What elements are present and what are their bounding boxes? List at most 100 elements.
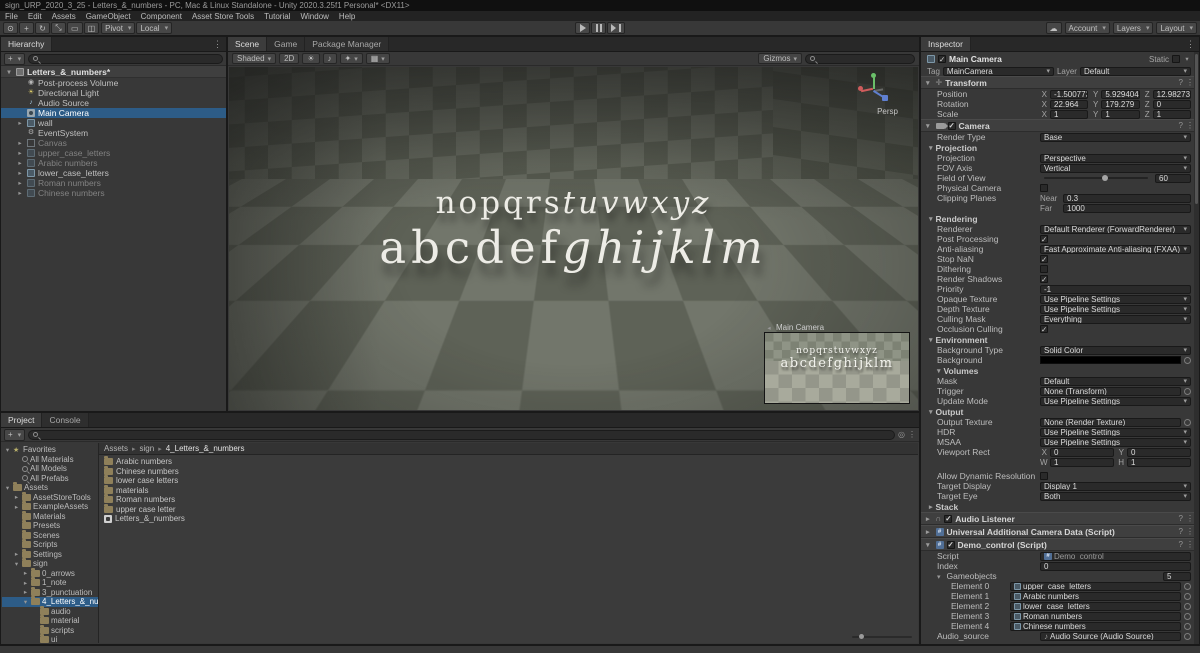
menu-item[interactable]: Tutorial <box>259 11 295 21</box>
fov-slider-knob[interactable] <box>1102 175 1109 181</box>
volume-mask-dropdown[interactable]: Default <box>1040 376 1191 386</box>
y-field[interactable]: 5.929404 <box>1101 89 1140 99</box>
hand-tool-button[interactable]: ⊙ <box>3 22 18 34</box>
eyedropper-icon[interactable] <box>1184 356 1191 364</box>
draw-mode-dropdown[interactable]: Shaded <box>232 53 277 64</box>
viewport-h-field[interactable]: 1 <box>1127 457 1191 467</box>
project-tree-item[interactable]: ▸ Settings <box>2 548 98 560</box>
static-dropdown-icon[interactable]: ▾ <box>1183 55 1191 63</box>
foldout-arrow-icon[interactable]: ▸ <box>22 569 29 577</box>
tab-inspector[interactable]: Inspector <box>921 37 971 51</box>
dynamic-resolution-checkbox[interactable] <box>1040 472 1048 480</box>
project-panel-tab[interactable]: Project <box>1 413 43 427</box>
scene-view-tab[interactable]: Game <box>267 37 306 51</box>
foldout-arrow-icon[interactable]: ▾ <box>5 68 13 76</box>
static-checkbox[interactable] <box>1172 55 1180 63</box>
project-tree-item[interactable]: audio <box>2 605 98 617</box>
layers-dropdown[interactable]: Layers <box>1112 22 1154 34</box>
hidden-packages-icon[interactable]: ◎ <box>898 430 905 439</box>
hierarchy-item[interactable]: ▸ wall <box>1 118 226 128</box>
array-size-field[interactable]: 5 <box>1163 571 1191 581</box>
object-reference-field[interactable]: upper_case_letters <box>1010 581 1181 591</box>
update-mode-dropdown[interactable]: Use Pipeline Settings <box>1040 396 1191 406</box>
slider-knob[interactable] <box>859 634 865 639</box>
hierarchy-item[interactable]: Audio Source <box>1 98 226 108</box>
foldout-arrow-icon[interactable]: ▸ <box>22 588 29 596</box>
project-tree-item[interactable]: Presets <box>2 520 98 531</box>
scrollbar-thumb[interactable] <box>1195 54 1198 204</box>
menu-item[interactable]: Asset Store Tools <box>187 11 259 21</box>
project-tree-item[interactable]: ▸ 3_punctuation <box>2 586 98 598</box>
foldout-arrow-icon[interactable]: ▾ <box>4 484 11 492</box>
help-icon[interactable]: ? <box>1179 527 1183 536</box>
rotate-tool-button[interactable]: ↻ <box>35 22 50 34</box>
post-processing-checkbox[interactable] <box>1040 235 1048 244</box>
hierarchy-create-button[interactable]: + <box>4 52 26 65</box>
hierarchy-item[interactable]: EventSystem <box>1 128 226 138</box>
component-menu-icon[interactable]: ⋮ <box>1186 527 1194 536</box>
hierarchy-item[interactable]: Post-process Volume <box>1 78 226 88</box>
projection-mode-label[interactable]: Persp <box>877 107 898 116</box>
object-picker-icon[interactable] <box>1184 622 1191 630</box>
axis-y-handle[interactable] <box>871 73 876 78</box>
menu-item[interactable]: Help <box>334 11 360 21</box>
component-menu-icon[interactable]: ⋮ <box>1186 514 1194 523</box>
stack-foldout[interactable]: Stack <box>921 501 1199 512</box>
cloud-collab-button[interactable]: ☁ <box>1045 22 1062 34</box>
transform-component-header[interactable]: ✛ Transform ?⋮ <box>921 76 1199 89</box>
inspector-menu-icon[interactable]: ⋮ <box>1186 39 1195 50</box>
orientation-gizmo[interactable] <box>856 71 892 107</box>
help-icon[interactable]: ? <box>1179 121 1183 130</box>
scene-fx-dropdown[interactable]: ✦ <box>339 53 363 64</box>
menu-item[interactable]: File <box>0 11 23 21</box>
foldout-arrow-icon[interactable]: ▸ <box>16 169 24 177</box>
grid-visibility-dropdown[interactable]: ▦ <box>365 53 390 64</box>
hierarchy-item[interactable]: Directional Light <box>1 88 226 98</box>
background-color-swatch[interactable] <box>1040 356 1181 364</box>
audio-listener-enabled-checkbox[interactable] <box>944 514 953 523</box>
foldout-arrow-icon[interactable]: ▸ <box>22 579 29 587</box>
foldout-arrow-icon[interactable]: ▾ <box>13 560 20 568</box>
help-icon[interactable]: ? <box>1179 514 1183 523</box>
y-field[interactable]: 179.279 <box>1101 99 1140 109</box>
y-field[interactable]: 1 <box>1101 109 1140 119</box>
project-tree-item[interactable]: Scenes <box>2 529 98 541</box>
component-menu-icon[interactable]: ⋮ <box>1186 121 1194 130</box>
icon-size-slider[interactable] <box>852 634 912 640</box>
collapse-arrow-icon[interactable]: ◂ <box>765 324 773 332</box>
clip-near-field[interactable]: 0.3 <box>1063 193 1191 203</box>
project-tree-item[interactable]: Materials <box>2 510 98 522</box>
file-list-item[interactable]: lower case letters <box>99 475 918 486</box>
depth-texture-dropdown[interactable]: Use Pipeline Settings <box>1040 304 1191 314</box>
render-shadows-checkbox[interactable] <box>1040 275 1048 284</box>
breadcrumb-item[interactable]: 4_Letters_&_numbers <box>154 444 245 453</box>
file-list-item[interactable]: materials <box>99 484 918 496</box>
target-display-dropdown[interactable]: Display 1 <box>1040 481 1191 491</box>
physical-camera-checkbox[interactable] <box>1040 184 1048 192</box>
project-tree-item[interactable]: ui <box>2 634 98 643</box>
scene-search-input[interactable] <box>805 53 915 64</box>
play-button[interactable] <box>575 22 590 34</box>
x-field[interactable]: 22.964 <box>1050 99 1089 109</box>
menu-item[interactable]: Component <box>136 11 187 21</box>
msaa-dropdown[interactable]: Use Pipeline Settings <box>1040 437 1191 447</box>
project-tree-item[interactable]: ▸ AssetStoreTools <box>2 491 98 503</box>
transform-tool-button[interactable]: ◫ <box>83 22 100 34</box>
local-toggle-button[interactable]: Local <box>136 22 173 34</box>
menu-item[interactable]: Window <box>295 11 333 21</box>
output-texture-field[interactable]: None (Render Texture) <box>1040 417 1181 427</box>
gameobject-active-checkbox[interactable] <box>938 55 946 64</box>
hierarchy-scene-row[interactable]: ▾ Letters_&_numbers* <box>1 66 226 78</box>
scene-lighting-button[interactable]: ☀ <box>302 53 320 64</box>
file-list-item[interactable]: Roman numbers <box>99 494 918 505</box>
foldout-arrow-icon[interactable]: ▾ <box>4 446 11 454</box>
object-picker-icon[interactable] <box>1184 602 1191 610</box>
file-list-item[interactable]: Letters_&_numbers <box>99 514 918 524</box>
hierarchy-item[interactable]: ▸ Canvas <box>1 138 226 148</box>
scene-view-tab[interactable]: Package Manager <box>305 37 390 51</box>
hierarchy-item[interactable]: ▸ Chinese numbers <box>1 188 226 198</box>
foldout-arrow-icon[interactable]: ▸ <box>16 159 24 167</box>
gameobjects-foldout[interactable] <box>937 571 944 581</box>
axis-z-handle[interactable] <box>882 95 888 101</box>
file-list-item[interactable]: upper case letter <box>99 503 918 515</box>
